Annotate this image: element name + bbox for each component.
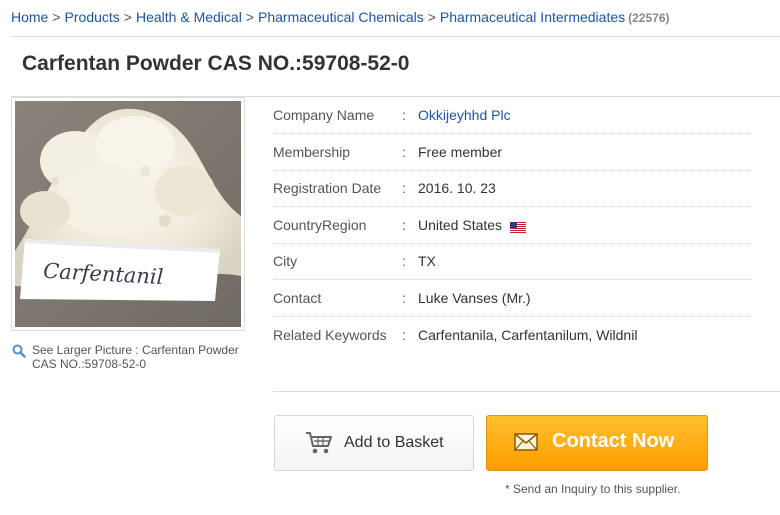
envelope-icon <box>514 433 538 456</box>
registration-date-value: 2016. 10. 23 <box>418 180 496 196</box>
colon: : <box>402 144 406 160</box>
country-region-label: CountryRegion <box>273 217 367 233</box>
breadcrumb-home[interactable]: Home <box>11 9 48 25</box>
breadcrumb-separator: > <box>427 9 436 25</box>
magnifier-icon <box>12 344 26 361</box>
related-keywords-value: Carfentanila, Carfentanilum, Wildnil <box>418 327 638 343</box>
breadcrumb-separator: > <box>52 9 61 25</box>
product-image[interactable]: Carfentanil <box>15 101 241 327</box>
company-name-link[interactable]: Okkijeyhhd Plc <box>418 107 511 123</box>
contact-now-button[interactable]: Contact Now <box>486 415 708 471</box>
breadcrumb-separator: > <box>245 9 254 25</box>
add-to-basket-button[interactable]: Add to Basket <box>274 415 474 471</box>
info-row-registration: Registration Date : 2016. 10. 23 <box>273 170 751 207</box>
breadcrumb-health-medical[interactable]: Health & Medical <box>136 9 242 25</box>
page-title: Carfentan Powder CAS NO.:59708-52-0 <box>22 52 410 75</box>
city-label: City <box>273 253 298 269</box>
add-to-basket-label: Add to Basket <box>344 434 444 451</box>
colon: : <box>402 253 406 269</box>
actions-divider <box>273 391 780 392</box>
related-keywords-label: Related Keywords <box>273 327 387 343</box>
breadcrumb-pharmaceutical-intermediates[interactable]: Pharmaceutical Intermediates <box>440 9 625 25</box>
info-row-membership: Membership : Free member <box>273 134 751 171</box>
breadcrumb-pharmaceutical-chemicals[interactable]: Pharmaceutical Chemicals <box>258 9 424 25</box>
company-name-label: Company Name <box>273 107 375 123</box>
contact-value: Luke Vanses (Mr.) <box>418 290 531 306</box>
inquiry-note: * Send an Inquiry to this supplier. <box>505 482 681 496</box>
membership-value: Free member <box>418 144 503 160</box>
city-value: TX <box>418 253 436 269</box>
breadcrumb: Home > Products > Health & Medical > Pharmaceu… <box>11 9 670 25</box>
us-flag-icon <box>510 220 526 233</box>
country-region-value: United States <box>418 217 503 233</box>
registration-date-label: Registration Date <box>273 180 382 196</box>
info-row-city: City : TX <box>273 243 751 280</box>
contact-label: Contact <box>273 290 322 306</box>
colon: : <box>402 327 406 343</box>
info-row-contact: Contact : Luke Vanses (Mr.) <box>273 280 751 317</box>
info-row-keywords: Related Keywords : Carfentanila, Carfent… <box>273 317 751 353</box>
info-row-country: CountryRegion : United States <box>273 207 751 244</box>
colon: : <box>402 107 406 123</box>
colon: : <box>402 290 406 306</box>
contact-now-label: Contact Now <box>552 430 675 452</box>
colon: : <box>402 217 406 233</box>
breadcrumb-products[interactable]: Products <box>65 9 120 25</box>
see-larger-picture-link[interactable]: See Larger Picture : Carfentan Powder CA… <box>12 343 248 371</box>
info-row-company: Company Name : Okkijeyhhd Plc <box>273 97 751 134</box>
shopping-cart-icon <box>305 430 333 461</box>
membership-label: Membership <box>273 144 351 160</box>
product-image-frame[interactable]: Carfentanil <box>11 97 245 331</box>
header-divider <box>11 36 780 37</box>
see-larger-picture-text[interactable]: See Larger Picture : Carfentan Powder CA… <box>32 343 248 371</box>
colon: : <box>402 180 406 196</box>
breadcrumb-separator: > <box>123 9 132 25</box>
breadcrumb-count: (22576) <box>628 11 670 25</box>
